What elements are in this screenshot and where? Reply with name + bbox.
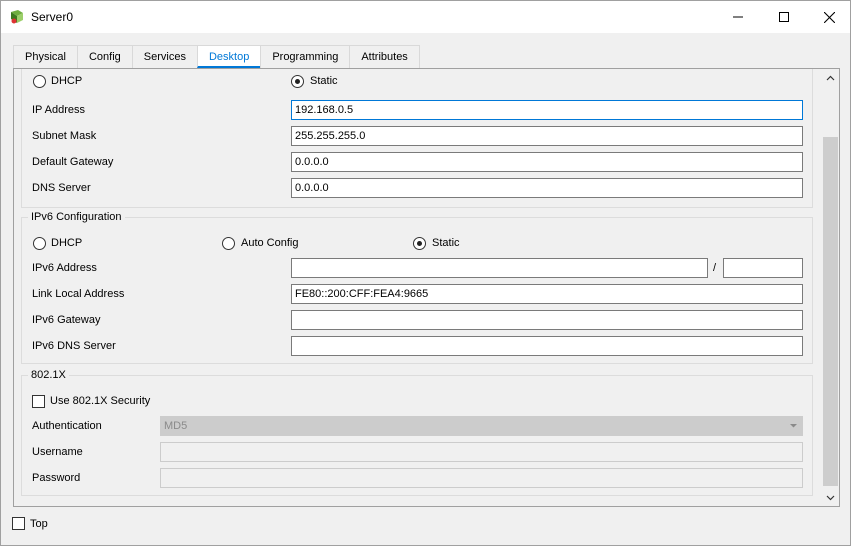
password-input[interactable] xyxy=(160,468,803,488)
dot1x-group-label: 802.1X xyxy=(28,369,69,381)
ipv4-static-label: Static xyxy=(310,75,338,87)
chevron-down-icon xyxy=(790,424,797,428)
authentication-label: Authentication xyxy=(32,420,102,432)
ipv6-gateway-label: IPv6 Gateway xyxy=(32,314,101,326)
ipv6-dhcp-radio[interactable] xyxy=(33,237,46,250)
ipv6-dns-server-label: IPv6 DNS Server xyxy=(32,340,116,352)
scroll-down-button[interactable] xyxy=(822,489,839,506)
ipv6-group-label: IPv6 Configuration xyxy=(28,211,125,223)
close-button[interactable] xyxy=(806,1,851,33)
ipv4-dhcp-label: DHCP xyxy=(51,75,83,87)
maximize-icon xyxy=(779,12,789,22)
ipv6-auto-config-radio[interactable] xyxy=(222,237,235,250)
scroll-up-button[interactable] xyxy=(822,69,839,86)
tab-physical[interactable]: Physical xyxy=(13,45,78,68)
authentication-select[interactable]: MD5 xyxy=(160,416,803,436)
link-local-address-input[interactable]: FE80::200:CFF:FEA4:9665 xyxy=(291,284,803,304)
ipv6-gateway-input[interactable] xyxy=(291,310,803,330)
tab-programming[interactable]: Programming xyxy=(260,45,351,68)
minimize-button[interactable] xyxy=(715,1,761,33)
tab-bar: Physical Config Services Desktop Program… xyxy=(13,45,420,69)
tab-config[interactable]: Config xyxy=(76,45,133,68)
ipv6-static-radio[interactable] xyxy=(413,237,426,250)
default-gateway-input[interactable]: 0.0.0.0 xyxy=(291,152,803,172)
vertical-scrollbar[interactable] xyxy=(822,69,839,506)
subnet-mask-label: Subnet Mask xyxy=(32,130,97,142)
use-8021x-label: Use 802.1X Security xyxy=(50,395,151,407)
ipv6-address-label: IPv6 Address xyxy=(32,262,97,274)
top-checkbox[interactable] xyxy=(12,517,25,530)
minimize-icon xyxy=(733,16,743,18)
top-label: Top xyxy=(30,518,48,530)
authentication-value: MD5 xyxy=(164,420,188,432)
tab-desktop[interactable]: Desktop xyxy=(196,45,262,68)
scroll-thumb[interactable] xyxy=(823,137,838,486)
subnet-mask-input[interactable]: 255.255.255.0 xyxy=(291,126,803,146)
maximize-button[interactable] xyxy=(761,1,807,33)
default-gateway-label: Default Gateway xyxy=(32,156,114,168)
password-label: Password xyxy=(32,472,81,484)
ipv6-static-label: Static xyxy=(432,237,460,249)
tab-attributes[interactable]: Attributes xyxy=(349,45,420,68)
ipv6-auto-config-label: Auto Config xyxy=(241,237,299,249)
ipv4-static-radio[interactable] xyxy=(291,75,304,88)
ip-configuration-panel: DHCP Static IP Address 192.168.0.5 Subne… xyxy=(13,68,840,507)
ipv6-prefix-input[interactable] xyxy=(723,258,803,278)
ipv6-dns-server-input[interactable] xyxy=(291,336,803,356)
dns-server-input[interactable]: 0.0.0.0 xyxy=(291,178,803,198)
ipv6-dhcp-label: DHCP xyxy=(51,237,83,249)
server-window: Server0 Physical Config Services Desktop… xyxy=(0,0,851,546)
close-icon xyxy=(823,11,835,23)
use-8021x-checkbox[interactable] xyxy=(32,395,45,408)
window-title: Server0 xyxy=(31,10,74,24)
ipv6-address-input[interactable] xyxy=(291,258,708,278)
server-app-icon xyxy=(11,10,23,24)
chevron-down-icon xyxy=(826,495,835,500)
username-label: Username xyxy=(32,446,83,458)
link-local-address-label: Link Local Address xyxy=(32,288,125,300)
title-bar[interactable]: Server0 xyxy=(1,1,850,33)
chevron-up-icon xyxy=(826,75,835,80)
ip-address-label: IP Address xyxy=(32,104,85,116)
ip-address-input[interactable]: 192.168.0.5 xyxy=(291,100,803,120)
dns-server-label: DNS Server xyxy=(32,182,91,194)
prefix-slash: / xyxy=(713,262,717,274)
ipv4-dhcp-radio[interactable] xyxy=(33,75,46,88)
username-input[interactable] xyxy=(160,442,803,462)
tab-services[interactable]: Services xyxy=(131,45,198,68)
